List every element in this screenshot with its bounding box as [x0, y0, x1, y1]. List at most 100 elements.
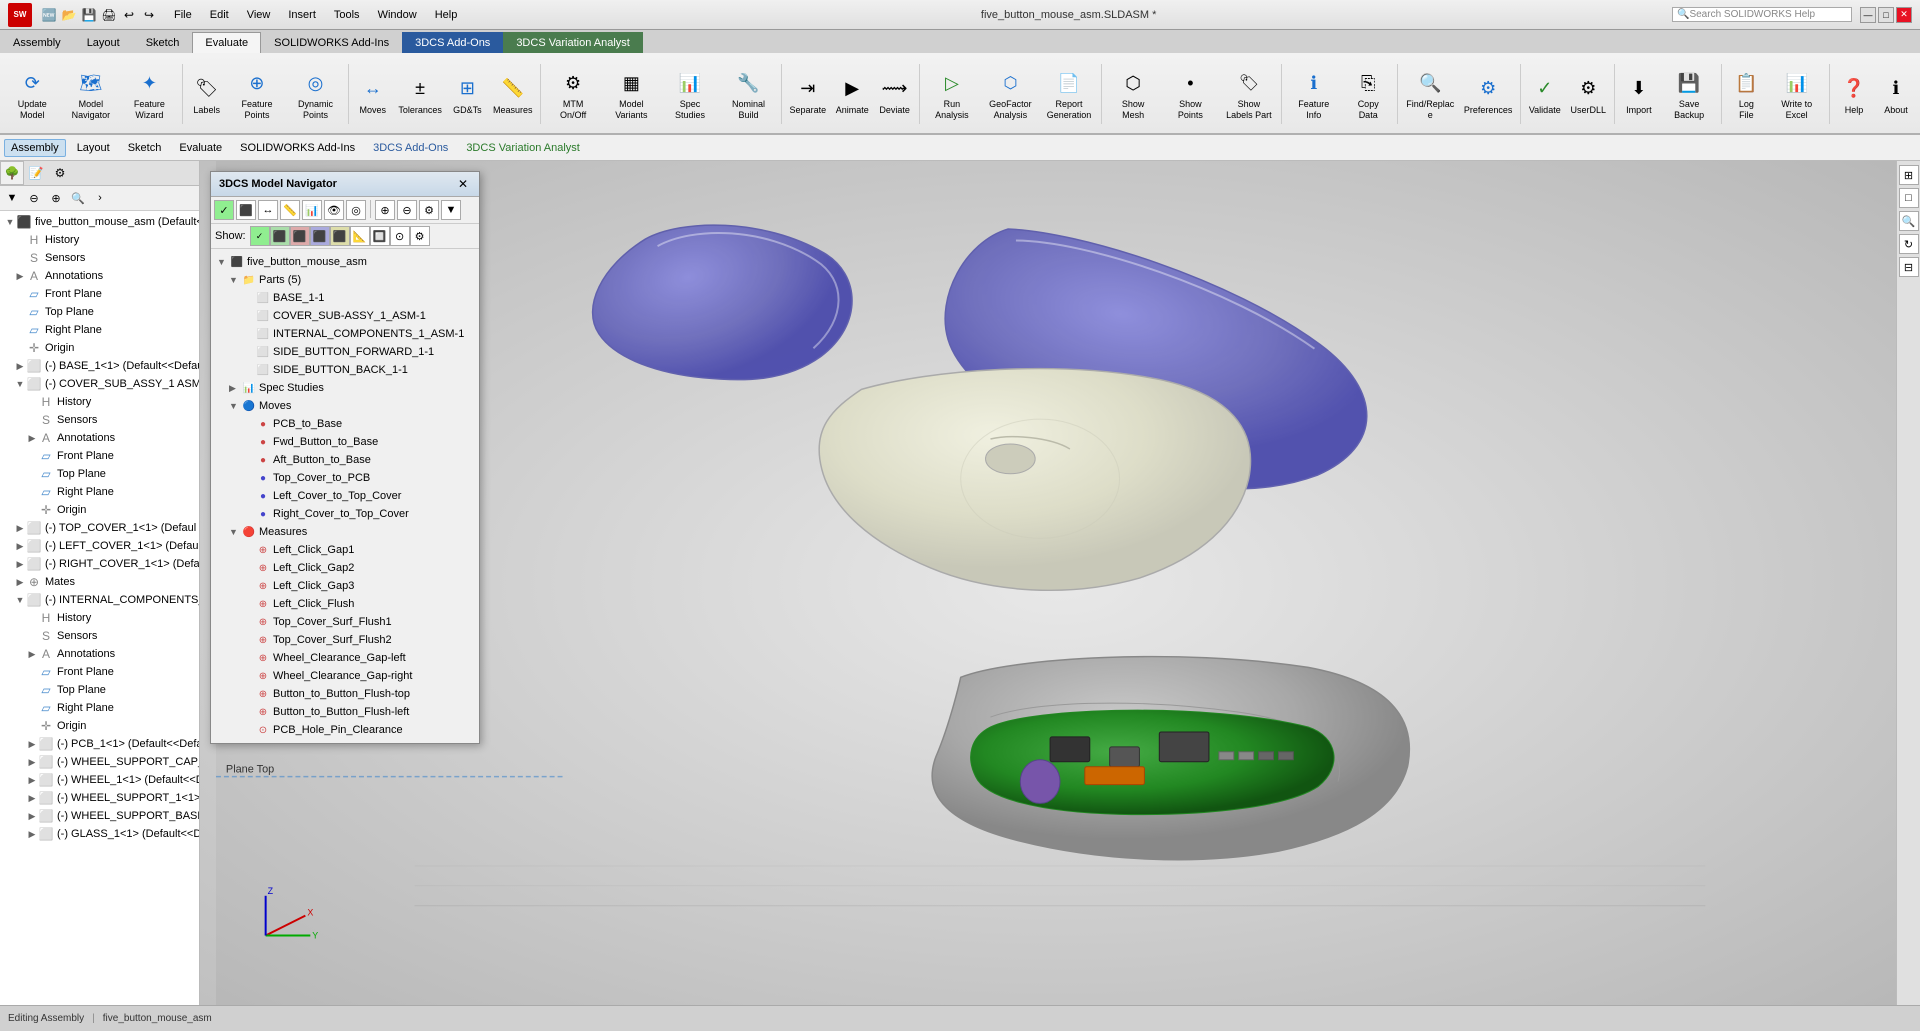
tree-origin2[interactable]: ✛ Origin	[2, 501, 197, 519]
feature-points-btn[interactable]: ⊕ Feature Points	[229, 64, 286, 124]
nav-measures-btn[interactable]: 📏	[280, 200, 300, 220]
tab-sketch[interactable]: Sketch	[133, 32, 193, 53]
tree-internal-comp[interactable]: ▼ ⬜ (-) INTERNAL_COMPONENTS_1_A	[2, 591, 197, 609]
tolerances-btn[interactable]: ± Tolerances	[395, 70, 446, 119]
tree-annotations3[interactable]: ▶ A Annotations	[2, 645, 197, 663]
nav-m-surf1[interactable]: ⊕ Top_Cover_Surf_Flush1	[215, 613, 475, 631]
rotate-btn[interactable]: ↻	[1899, 234, 1919, 254]
menu-file[interactable]: File	[166, 7, 200, 23]
log-file-btn[interactable]: 📋 Log File	[1726, 64, 1766, 124]
nav-m-gap1[interactable]: ⊕ Left_Click_Gap1	[215, 541, 475, 559]
tree-origin[interactable]: ✛ Origin	[2, 339, 197, 357]
nav-moves[interactable]: ▼ 🔵 Moves	[215, 397, 475, 415]
nav-show-all-btn[interactable]: ✓	[214, 200, 234, 220]
nav-expand-btn[interactable]: ⊕	[375, 200, 395, 220]
nav-move-top-cover[interactable]: ● Top_Cover_to_PCB	[215, 469, 475, 487]
show-points-btn[interactable]: • Show Points	[1162, 64, 1219, 124]
nav-m-wheel-left[interactable]: ⊕ Wheel_Clearance_Gap-left	[215, 649, 475, 667]
section-view-btn[interactable]: ⊟	[1899, 257, 1919, 277]
tree-history3[interactable]: H History	[2, 609, 197, 627]
filter-btn[interactable]: ▼	[2, 188, 22, 208]
dynamic-points-btn[interactable]: ◎ Dynamic Points	[287, 64, 344, 124]
nav-settings-btn[interactable]: ⚙	[419, 200, 439, 220]
tree-top-cover[interactable]: ▶ ⬜ (-) TOP_COVER_1<1> (Defaul	[2, 519, 197, 537]
open-btn[interactable]: 📂	[60, 6, 78, 24]
run-analysis-btn[interactable]: ▷ Run Analysis	[924, 64, 981, 124]
nav-filter-btn[interactable]: ▼	[441, 200, 461, 220]
new-btn[interactable]: 🆕	[40, 6, 58, 24]
3dcs-analyst-tab[interactable]: 3DCS Variation Analyst	[459, 139, 587, 157]
write-excel-btn[interactable]: 📊 Write to Excel	[1768, 64, 1825, 124]
nav-spec-btn[interactable]: 📊	[302, 200, 322, 220]
preferences-btn[interactable]: ⚙ Preferences	[1461, 70, 1516, 119]
nav-part-cover[interactable]: ⬜ COVER_SUB-ASSY_1_ASM-1	[215, 307, 475, 325]
nav-title-bar[interactable]: 3DCS Model Navigator ✕	[211, 172, 479, 197]
tree-wheel[interactable]: ▶ ⬜ (-) WHEEL_1<1> (Default<<D	[2, 771, 197, 789]
nav-collapse-btn[interactable]: ⊖	[397, 200, 417, 220]
tab-evaluate[interactable]: Evaluate	[192, 32, 261, 53]
nav-measures[interactable]: ▼ 🔴 Measures	[215, 523, 475, 541]
tree-sensors3[interactable]: S Sensors	[2, 627, 197, 645]
labels-btn[interactable]: 🏷 Labels	[187, 70, 227, 119]
nav-show-sq4[interactable]: ⬛	[330, 226, 350, 246]
nav-m-surf2[interactable]: ⊕ Top_Cover_Surf_Flush2	[215, 631, 475, 649]
show-mesh-btn[interactable]: ⬡ Show Mesh	[1106, 64, 1160, 124]
tree-left-cover[interactable]: ▶ ⬜ (-) LEFT_COVER_1<1> (Defau	[2, 537, 197, 555]
model-navigator-btn[interactable]: 🗺 Model Navigator	[63, 64, 120, 124]
tree-top-plane3[interactable]: ▱ Top Plane	[2, 681, 197, 699]
view-orient-btn[interactable]: ⊞	[1899, 165, 1919, 185]
tree-right-plane3[interactable]: ▱ Right Plane	[2, 699, 197, 717]
nav-m-pcb-hole[interactable]: ⊙ PCB_Hole_Pin_Clearance	[215, 721, 475, 739]
nav-move-right-cover[interactable]: ● Right_Cover_to_Top_Cover	[215, 505, 475, 523]
nav-show-sq1[interactable]: ⬛	[270, 226, 290, 246]
search-bar[interactable]: 🔍 Search SOLIDWORKS Help	[1672, 7, 1852, 22]
save-backup-btn[interactable]: 💾 Save Backup	[1661, 64, 1718, 124]
nav-m-btn-left[interactable]: ⊕ Button_to_Button_Flush-left	[215, 703, 475, 721]
report-gen-btn[interactable]: 📄 Report Generation	[1041, 64, 1098, 124]
menu-tools[interactable]: Tools	[326, 7, 368, 23]
tree-top-plane2[interactable]: ▱ Top Plane	[2, 465, 197, 483]
nav-m-btn-top[interactable]: ⊕ Button_to_Button_Flush-top	[215, 685, 475, 703]
copy-data-btn[interactable]: ⎘ Copy Data	[1343, 64, 1393, 124]
tree-wheel-cap[interactable]: ▶ ⬜ (-) WHEEL_SUPPORT_CAP_1<	[2, 753, 197, 771]
userdll-btn[interactable]: ⚙ UserDLL	[1567, 70, 1610, 119]
zoom-btn[interactable]: 🔍	[1899, 211, 1919, 231]
tree-front-plane2[interactable]: ▱ Front Plane	[2, 447, 197, 465]
tree-top-plane[interactable]: ▱ Top Plane	[2, 303, 197, 321]
nav-close-btn[interactable]: ✕	[455, 176, 471, 192]
animate-btn[interactable]: ▶ Animate	[832, 70, 873, 119]
collapse-btn[interactable]: ⊖	[24, 188, 44, 208]
tree-mates[interactable]: ▶ ⊕ Mates	[2, 573, 197, 591]
evaluate-tab[interactable]: Evaluate	[172, 139, 229, 157]
nav-show-sq5[interactable]: 📐	[350, 226, 370, 246]
nav-show-sq6[interactable]: 🔲	[370, 226, 390, 246]
import-btn[interactable]: ⬇ Import	[1619, 70, 1659, 119]
sw-addins-tab[interactable]: SOLIDWORKS Add-Ins	[233, 139, 362, 157]
nav-show-green[interactable]: ✓	[250, 226, 270, 246]
tree-history2[interactable]: H History	[2, 393, 197, 411]
display-style-btn[interactable]: □	[1899, 188, 1919, 208]
sketch-tab[interactable]: Sketch	[121, 139, 169, 157]
tree-front-plane[interactable]: ▱ Front Plane	[2, 285, 197, 303]
model-variants-btn[interactable]: ▦ Model Variants	[603, 64, 660, 124]
root-expand[interactable]: ▼	[4, 216, 16, 228]
layout-tab[interactable]: Layout	[70, 139, 117, 157]
spec-studies-btn[interactable]: 📊 Spec Studies	[662, 64, 719, 124]
tree-wheel-support-base[interactable]: ▶ ⬜ (-) WHEEL_SUPPORT_BASE_1<	[2, 807, 197, 825]
nav-hide-btn[interactable]: 👁	[324, 200, 344, 220]
print-btn[interactable]: 🖨	[100, 6, 118, 24]
nav-move-fwd[interactable]: ● Fwd_Button_to_Base	[215, 433, 475, 451]
save-btn[interactable]: 💾	[80, 6, 98, 24]
nav-m-wheel-right[interactable]: ⊕ Wheel_Clearance_Gap-right	[215, 667, 475, 685]
tree-glass[interactable]: ▶ ⬜ (-) GLASS_1<1> (Default<<Di	[2, 825, 197, 843]
moves-btn[interactable]: ↔ Moves	[353, 70, 393, 119]
nav-isolate-btn[interactable]: ◎	[346, 200, 366, 220]
tree-front-plane3[interactable]: ▱ Front Plane	[2, 663, 197, 681]
tree-wheel-support[interactable]: ▶ ⬜ (-) WHEEL_SUPPORT_1<1> (D	[2, 789, 197, 807]
nav-m-gap3[interactable]: ⊕ Left_Click_Gap3	[215, 577, 475, 595]
menu-help[interactable]: Help	[427, 7, 466, 23]
nav-part-internal[interactable]: ⬜ INTERNAL_COMPONENTS_1_ASM-1	[215, 325, 475, 343]
menu-view[interactable]: View	[239, 7, 279, 23]
separate-btn[interactable]: ⇥ Separate	[786, 70, 830, 119]
nav-parts[interactable]: ▼ 📁 Parts (5)	[215, 271, 475, 289]
